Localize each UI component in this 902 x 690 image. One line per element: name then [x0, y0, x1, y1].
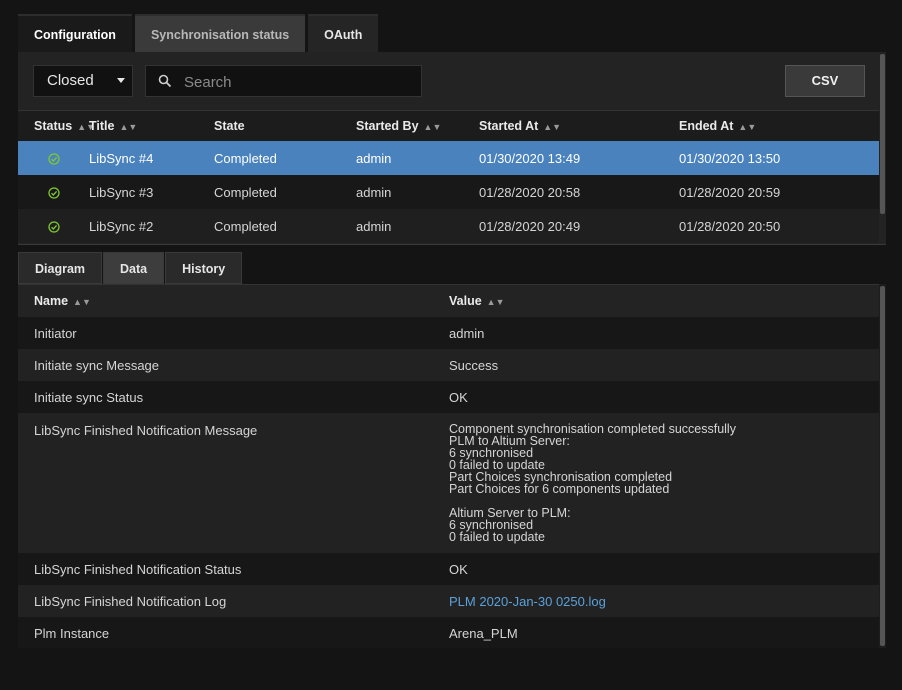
- sort-icon: ▲▼: [486, 297, 505, 307]
- tab-data[interactable]: Data: [103, 252, 165, 284]
- check-circle-icon: [48, 153, 60, 165]
- name-cell: LibSync Finished Notification Message: [18, 413, 449, 553]
- tab-history[interactable]: History: [165, 252, 243, 284]
- value-cell: Success: [449, 349, 879, 381]
- column-header-started-at[interactable]: Started At ▲▼: [479, 110, 679, 141]
- value-cell: PLM 2020-Jan-30 0250.log: [449, 585, 879, 617]
- state-cell: Completed: [214, 141, 356, 175]
- data-scrollbar[interactable]: [880, 286, 885, 646]
- table-row: Initiate sync Message Success: [18, 349, 879, 381]
- started-at-cell: 01/30/2020 13:49: [479, 141, 679, 175]
- panel-divider[interactable]: [18, 244, 886, 245]
- table-row[interactable]: LibSync #2 Completed admin 01/28/2020 20…: [18, 209, 879, 243]
- notification-message-text: Component synchronisation completed succ…: [449, 422, 736, 544]
- sort-icon: ▲▼: [73, 297, 91, 307]
- sort-icon: ▲▼: [119, 122, 138, 132]
- sort-icon: ▲▼: [738, 122, 757, 132]
- search-box[interactable]: [145, 65, 422, 98]
- check-circle-icon: [48, 187, 60, 199]
- name-cell: Initiate sync Status: [18, 381, 449, 413]
- check-circle-icon: [48, 221, 60, 233]
- column-header-status[interactable]: Status ▲▼: [18, 110, 95, 141]
- column-header-name[interactable]: Name ▲▼: [18, 284, 449, 317]
- name-cell: Plm Instance: [18, 617, 449, 648]
- table-row[interactable]: LibSync #3 Completed admin 01/28/2020 20…: [18, 175, 879, 209]
- table-row: Plm Instance Arena_PLM: [18, 617, 879, 648]
- log-file-link[interactable]: PLM 2020-Jan-30 0250.log: [449, 594, 606, 609]
- value-cell: OK: [449, 381, 879, 413]
- csv-export-button[interactable]: CSV: [785, 65, 865, 97]
- title-cell: LibSync #4: [89, 141, 214, 175]
- title-cell: LibSync #2: [89, 209, 214, 243]
- sync-jobs-table: Status ▲▼ Title ▲▼ State Started By ▲▼ Star…: [18, 110, 879, 243]
- value-cell: Component synchronisation completed succ…: [449, 413, 879, 553]
- state-filter-value: Closed: [47, 72, 94, 89]
- ended-at-cell: 01/28/2020 20:50: [679, 209, 879, 243]
- state-cell: Completed: [214, 175, 356, 209]
- search-icon: [158, 74, 172, 88]
- table-row: LibSync Finished Notification Log PLM 20…: [18, 585, 879, 617]
- title-cell: LibSync #3: [89, 175, 214, 209]
- value-cell: OK: [449, 553, 879, 585]
- column-header-state[interactable]: State: [214, 110, 356, 141]
- table-row: LibSync Finished Notification Status OK: [18, 553, 879, 585]
- column-header-ended-at[interactable]: Ended At ▲▼: [679, 110, 879, 141]
- table-row: LibSync Finished Notification Message Co…: [18, 413, 879, 553]
- started-at-cell: 01/28/2020 20:58: [479, 175, 679, 209]
- column-header-title[interactable]: Title ▲▼: [89, 110, 214, 141]
- name-cell: Initiate sync Message: [18, 349, 449, 381]
- jobs-scrollbar[interactable]: [880, 54, 885, 214]
- value-cell: admin: [449, 317, 879, 349]
- sort-icon: ▲▼: [423, 122, 442, 132]
- status-cell: [18, 209, 89, 243]
- started-by-cell: admin: [356, 141, 479, 175]
- sync-jobs-panel: Closed CSV Status▲▼ Title▲▼ State Starte…: [18, 52, 886, 244]
- sort-icon: ▲▼: [543, 122, 562, 132]
- state-cell: Completed: [214, 209, 356, 243]
- tab-oauth[interactable]: OAuth: [308, 14, 379, 52]
- tab-diagram[interactable]: Diagram: [18, 252, 103, 284]
- status-cell: [18, 141, 89, 175]
- started-by-cell: admin: [356, 209, 479, 243]
- detail-tab-bar: Diagram Data History: [18, 252, 243, 284]
- table-row: Initiator admin: [18, 317, 879, 349]
- table-row[interactable]: LibSync #4 Completed admin 01/30/2020 13…: [18, 141, 879, 175]
- column-header-started-by[interactable]: Started By ▲▼: [356, 110, 479, 141]
- toolbar: Closed CSV: [18, 52, 878, 110]
- status-cell: [18, 175, 89, 209]
- started-at-cell: 01/28/2020 20:49: [479, 209, 679, 243]
- column-header-value[interactable]: Value ▲▼: [449, 284, 879, 317]
- ended-at-cell: 01/28/2020 20:59: [679, 175, 879, 209]
- job-data-panel: Name ▲▼ Value ▲▼ Initiator admin Initiate …: [18, 284, 886, 648]
- search-input[interactable]: [182, 66, 416, 98]
- table-row: Initiate sync Status OK: [18, 381, 879, 413]
- top-tab-bar: Configuration Synchronisation status OAu…: [18, 14, 381, 52]
- state-filter-select[interactable]: Closed: [33, 65, 133, 97]
- name-cell: LibSync Finished Notification Log: [18, 585, 449, 617]
- name-text: LibSync Finished Notification Message: [34, 423, 258, 438]
- started-by-cell: admin: [356, 175, 479, 209]
- ended-at-cell: 01/30/2020 13:50: [679, 141, 879, 175]
- name-cell: LibSync Finished Notification Status: [18, 553, 449, 585]
- value-cell: Arena_PLM: [449, 617, 879, 648]
- job-data-table: Name ▲▼ Value ▲▼ Initiator admin Initiate …: [18, 284, 879, 648]
- tab-configuration[interactable]: Configuration: [18, 14, 132, 52]
- name-cell: Initiator: [18, 317, 449, 349]
- caret-down-icon: [117, 78, 125, 83]
- tab-synchronisation-status[interactable]: Synchronisation status: [134, 14, 306, 52]
